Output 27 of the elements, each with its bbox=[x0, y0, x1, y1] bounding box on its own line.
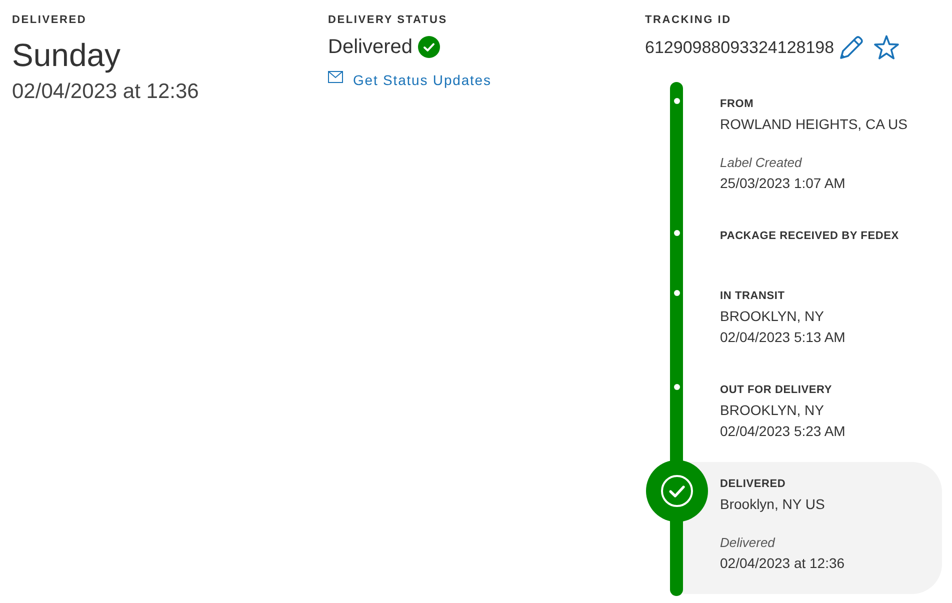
section-label: TRACKING ID bbox=[645, 13, 732, 27]
event-note: Delivered bbox=[720, 534, 776, 552]
event-title: FROM bbox=[720, 97, 755, 111]
section-label: DELIVERED bbox=[12, 13, 88, 27]
star-icon[interactable] bbox=[873, 35, 900, 61]
event-location: BROOKLYN, NY bbox=[720, 307, 825, 326]
event-time: 02/04/2023 5:23 AM bbox=[720, 422, 846, 441]
event-time: 02/04/2023 5:13 AM bbox=[720, 328, 846, 347]
status-updates-link[interactable]: Get Status Updates bbox=[328, 70, 492, 90]
pencil-icon[interactable] bbox=[838, 35, 864, 61]
section-label: DELIVERY STATUS bbox=[328, 13, 448, 27]
event-location: ROWLAND HEIGHTS, CA US bbox=[720, 115, 908, 134]
event-title: DELIVERED bbox=[720, 477, 787, 491]
event-note: Label Created bbox=[720, 154, 803, 172]
event-title: PACKAGE RECEIVED BY FEDEX bbox=[720, 229, 900, 243]
envelope-icon bbox=[328, 71, 343, 83]
delivery-day: Sunday bbox=[12, 36, 328, 74]
event-time: 25/03/2023 1:07 AM bbox=[720, 174, 846, 193]
event-time: 02/04/2023 at 12:36 bbox=[720, 554, 846, 573]
event-location: Brooklyn, NY US bbox=[720, 495, 826, 514]
event-location: BROOKLYN, NY bbox=[720, 401, 825, 420]
event-title: OUT FOR DELIVERY bbox=[720, 383, 833, 397]
status-text: Delivered bbox=[328, 35, 412, 60]
delivery-date: 02/04/2023 at 12:36 bbox=[12, 79, 200, 105]
check-circle-icon bbox=[418, 36, 440, 58]
event-title: IN TRANSIT bbox=[720, 289, 786, 303]
tracking-number: 61290988093324128198 bbox=[645, 37, 834, 59]
